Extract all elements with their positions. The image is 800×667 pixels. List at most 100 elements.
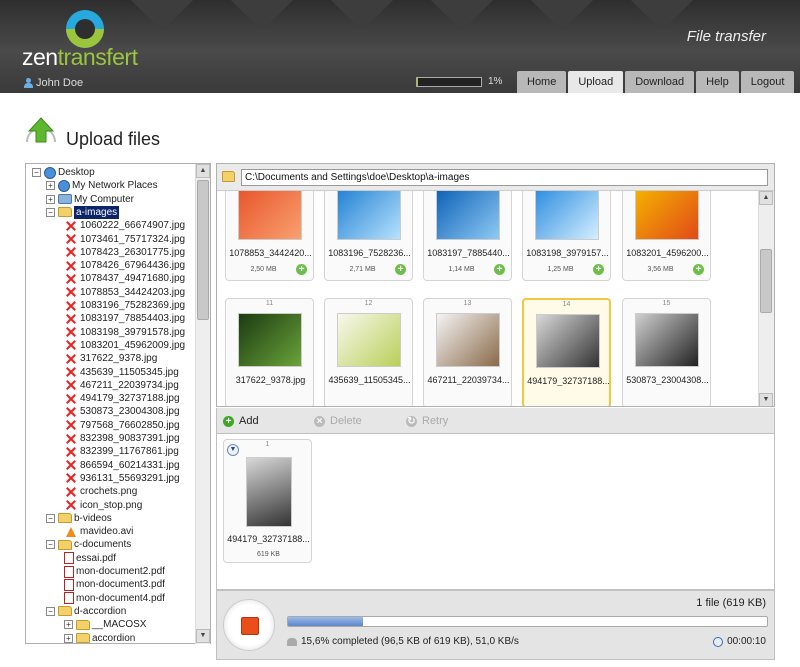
tree-file-image[interactable]: 1078423_26301775.jpg [64,246,185,259]
grid-scrollbar[interactable]: ▲ ▼ [758,191,774,406]
tree-node-b-videos[interactable]: − b-videos [46,512,112,525]
image-file-icon [64,313,78,325]
tree-file-pdf[interactable]: mon-document4.pdf [64,592,165,605]
expand-icon[interactable]: + [46,181,55,191]
file-thumbnail [436,313,500,367]
clock-icon [713,636,724,647]
tree-file-video[interactable]: mavideo.avi [64,525,133,538]
tree-file-image[interactable]: 317622_9378.jpg [64,352,157,365]
tree-file-image[interactable]: 435639_11505345.jpg [64,366,179,379]
tree-node-label: 317622_9378.jpg [80,353,158,365]
collapse-icon[interactable]: − [46,606,55,616]
file-card[interactable]: 11 317622_9378.jpg [225,298,314,406]
path-input[interactable] [241,169,768,186]
add-file-icon[interactable]: + [693,264,704,275]
tree-file-image[interactable]: 530873_23004308.jpg [64,405,180,418]
file-card[interactable]: 13 467211_22039734... [423,298,512,406]
delete-button[interactable]: × Delete [314,415,362,427]
tree-node-network[interactable]: + My Network Places [46,179,158,192]
collapse-icon[interactable]: − [46,513,55,523]
tree-node-label: b-videos [74,512,112,524]
file-card[interactable]: 15 530873_23004308... [622,298,711,406]
tree-file-image[interactable]: 797568_76602850.jpg [64,419,180,432]
tree-scrollbar[interactable]: ▲ ▼ [195,164,210,644]
tree-file-image[interactable]: 1073461_75717324.jpg [64,233,185,246]
add-file-icon[interactable]: + [593,264,604,275]
retry-button[interactable]: ↻ Retry [406,415,448,427]
tree-file-image[interactable]: icon_stop.png [64,499,142,512]
expand-icon[interactable]: + [64,633,73,643]
tree-file-image[interactable]: 866594_60214331.jpg [64,459,180,472]
file-card-size: 3,56 MB [647,266,674,273]
tree-node-label: d-accordion [74,605,127,617]
tree-node-label: 1083201_45962009.jpg [80,339,186,351]
file-card-name: 530873_23004308... [626,375,709,385]
add-file-icon[interactable]: + [296,264,307,275]
tree-node-subfolder[interactable]: + accordion [64,632,135,643]
tree-file-pdf[interactable]: mon-document3.pdf [64,578,165,591]
tree-node-d-accordion[interactable]: − d-accordion [46,605,126,618]
tab-download[interactable]: Download [625,71,695,93]
file-card[interactable]: 14 494179_32737188... [522,298,611,406]
collapse-icon[interactable]: − [46,540,55,550]
tree-file-image[interactable]: 494179_32737188.jpg [64,392,180,405]
tree-file-pdf[interactable]: mon-document2.pdf [64,565,165,578]
tab-upload[interactable]: Upload [568,71,624,93]
tree-node-a-images[interactable]: − a-images [46,205,120,219]
scroll-thumb[interactable] [197,180,209,320]
tab-help[interactable]: Help [696,71,739,93]
collapse-icon[interactable]: − [32,168,41,177]
file-card-name: 1078853_3442420... [229,248,312,258]
stop-button[interactable] [223,599,275,651]
file-card-number: 13 [463,300,472,307]
tree-node-label: 797568_76602850.jpg [80,419,180,431]
tree-file-image[interactable]: 1078426_67964436.jpg [64,259,185,272]
tree-file-image[interactable]: 832398_90837391.jpg [64,432,180,445]
tree-node-desktop[interactable]: − Desktop [32,166,95,179]
file-card[interactable]: 1083197_7885440... 1,14 MB + [423,191,512,281]
file-thumbnail [337,313,401,367]
tree-file-image[interactable]: 1083196_75282369.jpg [64,299,185,312]
file-card[interactable]: 1083198_3979157... 1,25 MB + [522,191,611,281]
expand-icon[interactable]: + [64,620,73,630]
tab-home[interactable]: Home [517,71,567,93]
queue-item[interactable]: 1 ▼ 494179_32737188... 619 KB [223,439,312,563]
scroll-up-icon[interactable]: ▲ [759,191,773,205]
add-file-icon[interactable]: + [494,264,505,275]
scroll-down-icon[interactable]: ▼ [759,393,773,406]
tree-file-image[interactable]: 1060222_66674907.jpg [64,219,185,232]
expand-icon[interactable]: + [46,194,55,204]
tree-file-image[interactable]: 467211_22039734.jpg [64,379,179,392]
tab-logout[interactable]: Logout [740,71,795,93]
image-file-icon [64,393,78,405]
scroll-up-icon[interactable]: ▲ [196,164,210,178]
tree-file-image[interactable]: 1083197_78854403.jpg [64,312,185,325]
collapse-icon[interactable]: − [46,207,55,217]
scroll-down-icon[interactable]: ▼ [196,629,210,643]
add-file-icon[interactable]: + [395,264,406,275]
tree-node-c-documents[interactable]: − c-documents [46,538,131,551]
tree-file-pdf[interactable]: essai.pdf [64,552,116,565]
tree-file-image[interactable]: 1078437_49471680.jpg [64,272,185,285]
tree-file-image[interactable]: 1078853_34424203.jpg [64,286,185,299]
tree-file-image[interactable]: 1083201_45962009.jpg [64,339,185,352]
expand-icon[interactable]: ▼ [227,444,239,456]
folder-icon [76,633,90,643]
tree-node-label: essai.pdf [76,552,117,564]
file-card[interactable]: 1083201_4596200... 3,56 MB + [622,191,711,281]
scroll-thumb[interactable] [760,249,772,313]
tree-node-computer[interactable]: + My Computer [46,193,134,206]
file-card[interactable]: 1083196_7528236... 2,71 MB + [324,191,413,281]
file-card[interactable]: 12 435639_11505345... [324,298,413,406]
file-card-number: 14 [562,301,571,308]
header-decoration [130,0,194,32]
tree-file-image[interactable]: 832399_11767861.jpg [64,445,179,458]
page-title: Upload files [66,129,161,149]
add-button[interactable]: + Add [223,415,259,427]
tree-file-image[interactable]: crochets.png [64,485,137,498]
tree-file-image[interactable]: 1083198_39791578.jpg [64,326,185,339]
tree-node-subfolder[interactable]: + __MACOSX [64,618,146,631]
tree-file-image[interactable]: 936131_55693291.jpg [64,472,180,485]
tree-node-label: 435639_11505345.jpg [80,366,179,378]
file-card[interactable]: 1078853_3442420... 2,50 MB + [225,191,314,281]
